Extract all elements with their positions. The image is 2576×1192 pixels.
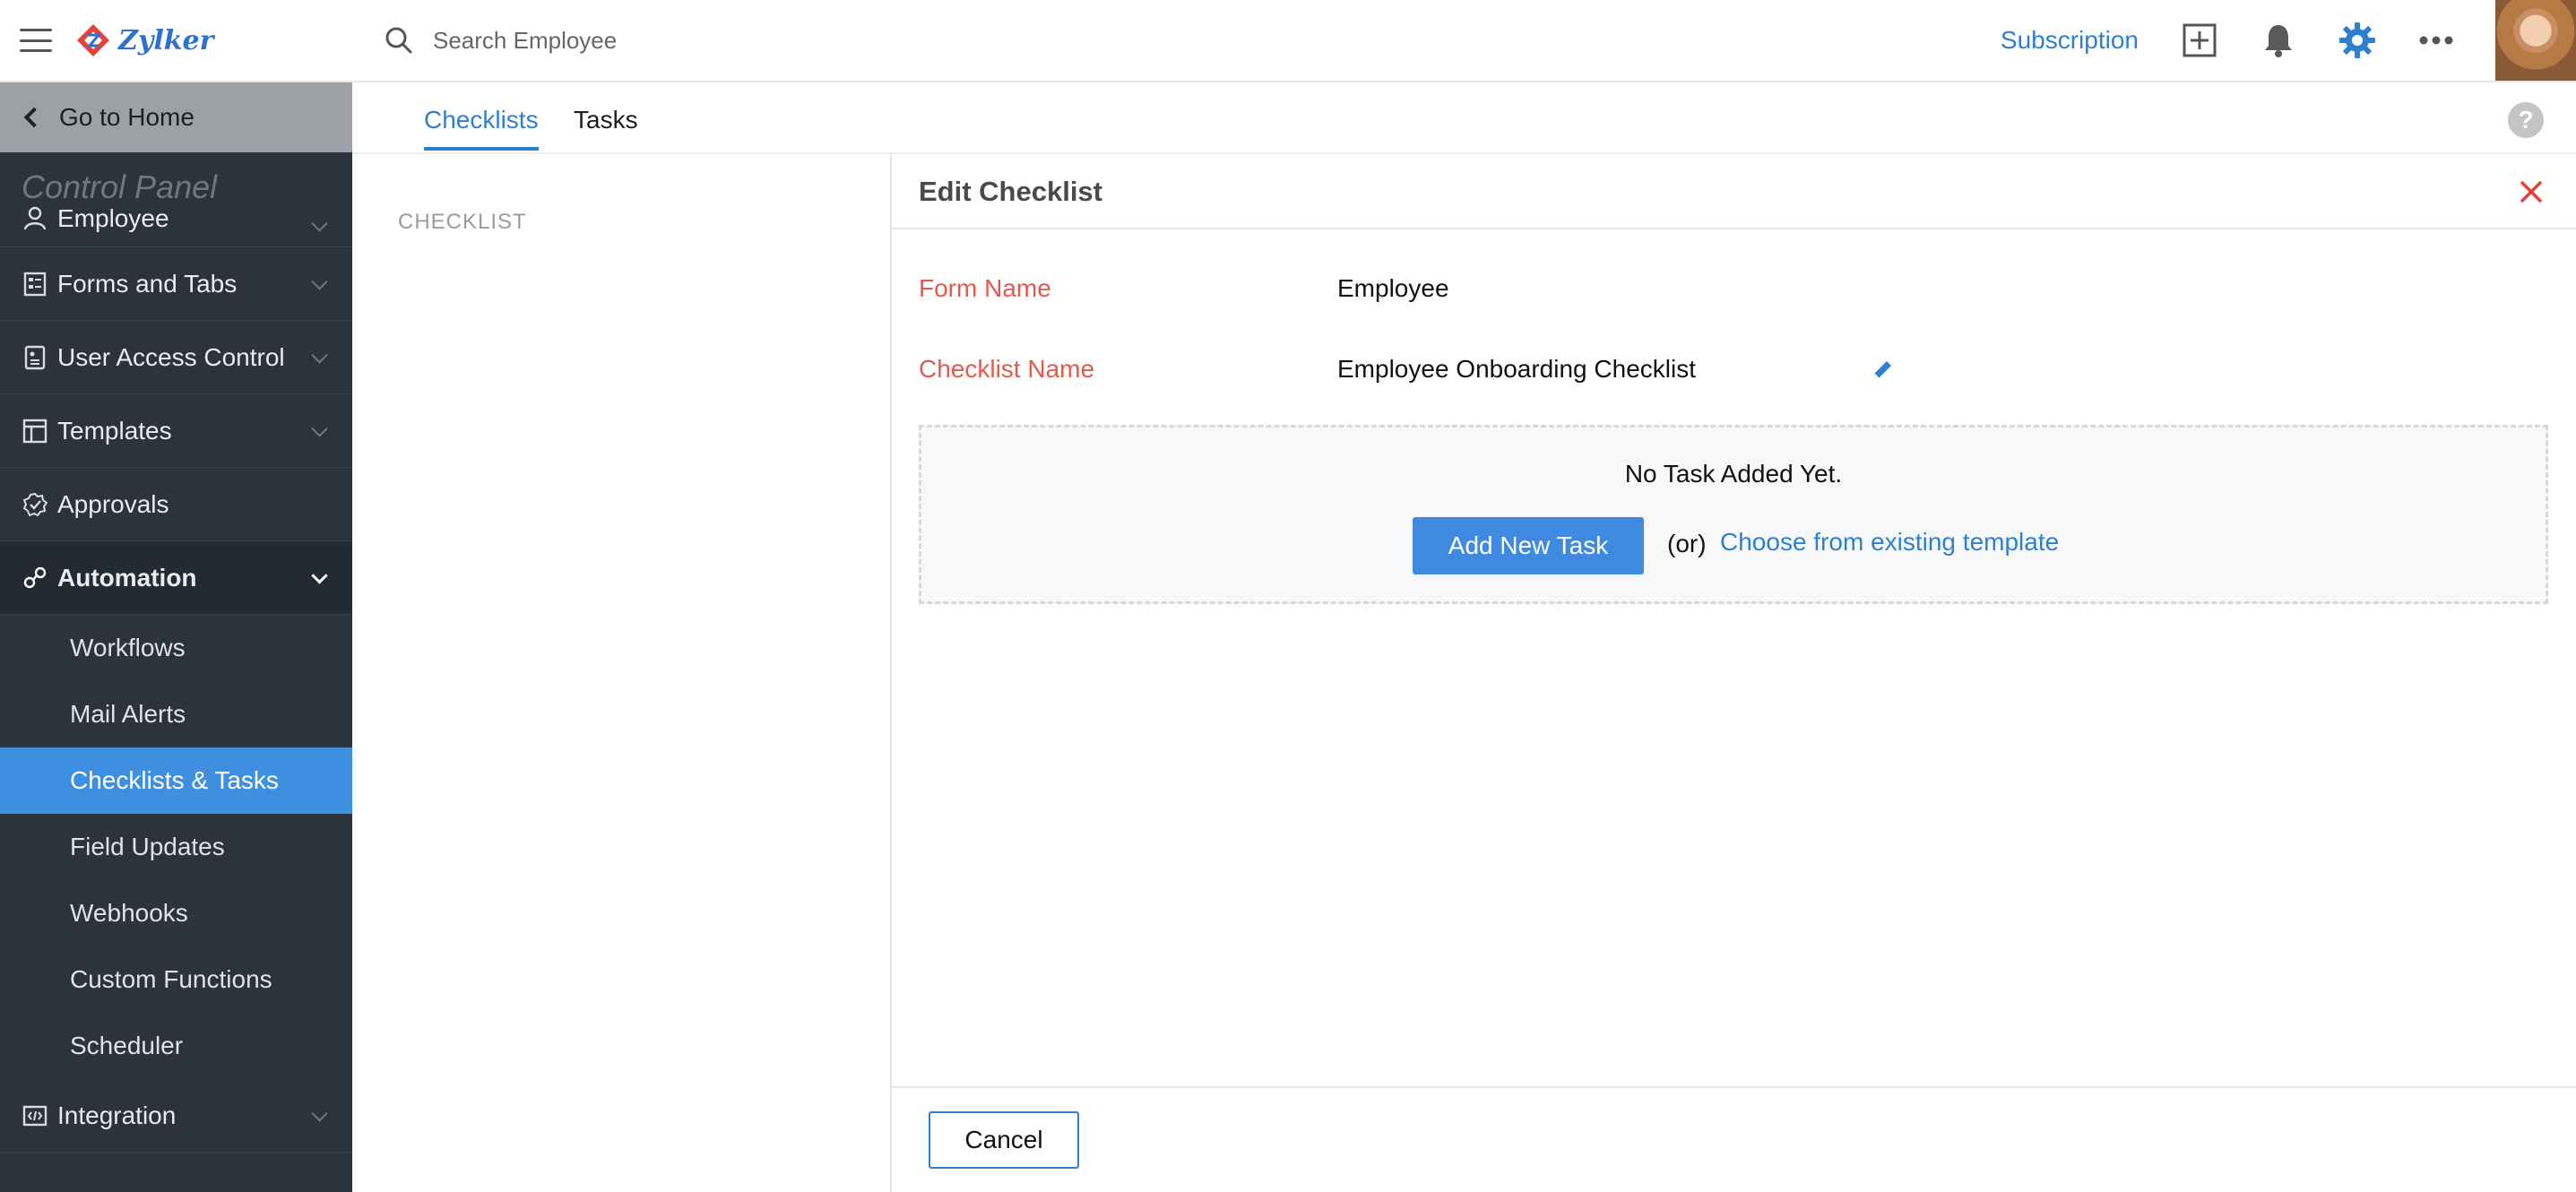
sidebar-subitem-scheduler[interactable]: Scheduler (0, 1013, 352, 1079)
bell-icon[interactable] (2259, 21, 2298, 60)
sidebar-item-label: Forms and Tabs (57, 269, 238, 298)
form-name-value: Employee (1337, 274, 1449, 302)
close-icon[interactable] (2517, 177, 2546, 206)
chevron-down-icon (311, 566, 328, 584)
add-icon[interactable] (2180, 21, 2219, 60)
tab-tasks[interactable]: Tasks (574, 106, 638, 134)
sidebar-subitem-mail-alerts[interactable]: Mail Alerts (0, 681, 352, 747)
form-name-label: Form Name (919, 274, 1051, 302)
help-icon[interactable]: ? (2508, 102, 2544, 138)
sidebar-item-employee[interactable]: Employee (0, 204, 352, 247)
brand-name: Zylker (118, 24, 214, 56)
chevron-left-icon (23, 107, 45, 128)
empty-tasks-box: No Task Added Yet. Add New Task (or) Cho… (919, 425, 2548, 604)
zylker-logo-icon (77, 24, 109, 56)
sidebar-item-label: User Access Control (57, 342, 285, 371)
automation-submenu: Workflows Mail Alerts Checklists & Tasks… (0, 615, 352, 1079)
checklist-column: CHECKLIST (352, 154, 892, 1192)
edit-checklist-panel: Edit Checklist Form Name Employee Checkl… (892, 154, 2576, 1192)
sidebar-subitem-workflows[interactable]: Workflows (0, 615, 352, 681)
subscription-link[interactable]: Subscription (2001, 26, 2139, 55)
sidebar: Zylker Go to Home Control Panel Employee… (0, 0, 352, 1192)
sidebar-subitem-checklists-and-tasks[interactable]: Checklists & Tasks (0, 747, 352, 814)
more-icon[interactable] (2416, 21, 2456, 60)
cancel-button[interactable]: Cancel (929, 1111, 1079, 1169)
choose-template-link[interactable]: Choose from existing template (1720, 528, 2059, 557)
sidebar-subitem-custom-functions[interactable]: Custom Functions (0, 946, 352, 1013)
top-bar: Subscription (352, 0, 2576, 82)
hamburger-menu-icon[interactable] (20, 29, 52, 52)
person-icon (22, 204, 48, 231)
search-icon[interactable] (383, 24, 415, 56)
access-icon (22, 344, 48, 371)
panel-title: Edit Checklist (919, 176, 1102, 207)
avatar[interactable] (2495, 0, 2576, 81)
sidebar-item-approvals[interactable]: Approvals (0, 468, 352, 541)
automation-icon (22, 565, 48, 592)
checklist-name-label: Checklist Name (919, 355, 1095, 383)
empty-message: No Task Added Yet. (1624, 460, 1843, 488)
sidebar-item-label: Templates (57, 416, 172, 445)
add-new-task-button[interactable]: Add New Task (1413, 517, 1644, 574)
top-actions: Subscription (2001, 0, 2576, 82)
brand-bar: Zylker (0, 0, 352, 82)
sidebar-menu: Employee Forms and Tabs User Access Cont… (0, 204, 352, 615)
search-input[interactable] (433, 26, 1240, 55)
control-panel-title: Control Panel (22, 168, 218, 205)
chevron-down-icon (311, 346, 328, 364)
sidebar-item-automation[interactable]: Automation (0, 541, 352, 615)
sidebar-item-label: Integration (57, 1101, 177, 1129)
form-icon (22, 271, 48, 298)
sidebar-subitem-field-updates[interactable]: Field Updates (0, 814, 352, 880)
integration-icon (22, 1102, 48, 1129)
checklist-name-value: Employee Onboarding Checklist (1337, 355, 1696, 383)
chevron-down-icon (311, 272, 328, 290)
gear-icon[interactable] (2338, 21, 2377, 60)
tab-bar: Checklists Tasks ? (352, 82, 2576, 154)
sidebar-subitem-webhooks[interactable]: Webhooks (0, 880, 352, 946)
template-icon (22, 418, 48, 445)
chevron-down-icon (311, 1104, 328, 1122)
panel-footer: Cancel (892, 1086, 2576, 1192)
sidebar-item-forms-and-tabs[interactable]: Forms and Tabs (0, 247, 352, 321)
sidebar-item-integration[interactable]: Integration (0, 1079, 352, 1153)
sidebar-item-label: Approvals (57, 489, 169, 518)
sidebar-item-label: Automation (57, 563, 197, 592)
chevron-down-icon (311, 215, 328, 232)
sidebar-menu-lower: Integration (0, 1079, 352, 1153)
sidebar-item-user-access-control[interactable]: User Access Control (0, 321, 352, 394)
panel-header: Edit Checklist (892, 154, 2576, 229)
sidebar-item-templates[interactable]: Templates (0, 394, 352, 468)
checklist-heading: CHECKLIST (398, 210, 527, 234)
chevron-down-icon (311, 419, 328, 437)
go-to-home-label: Go to Home (59, 103, 194, 131)
approval-icon (22, 491, 48, 518)
tab-checklists[interactable]: Checklists (424, 106, 539, 151)
or-separator: (or) (1667, 530, 1707, 557)
sidebar-item-label: Employee (57, 204, 169, 232)
edit-pencil-icon[interactable] (1871, 358, 1894, 382)
go-to-home-link[interactable]: Go to Home (0, 82, 352, 152)
